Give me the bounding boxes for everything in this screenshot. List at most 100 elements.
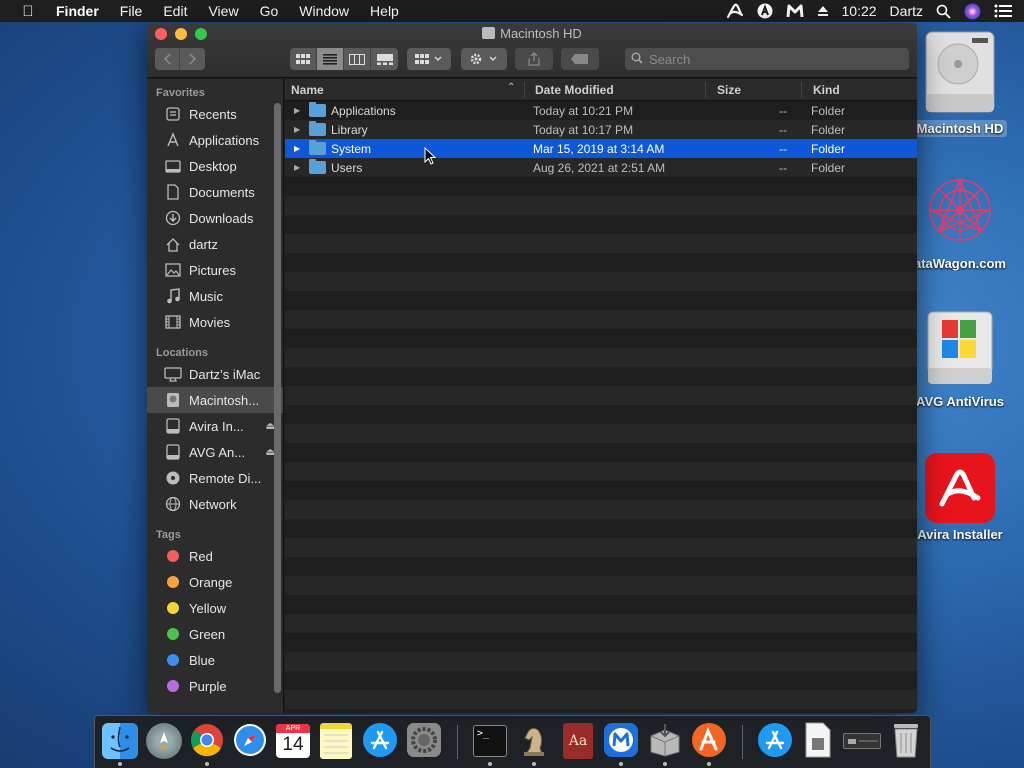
forward-button[interactable] bbox=[180, 48, 205, 70]
dock-app-store-download[interactable] bbox=[756, 721, 794, 761]
menu-app-name[interactable]: Finder bbox=[56, 3, 99, 19]
desktop-item-avg-antivirus[interactable]: AVG AntiVirus bbox=[905, 308, 1015, 409]
sidebar-item-network[interactable]: Network bbox=[147, 491, 283, 517]
search-input[interactable] bbox=[649, 51, 889, 67]
file-row-system[interactable]: ▶ System Mar 15, 2019 at 3:14 AM -- Fold… bbox=[285, 139, 917, 158]
column-header-name[interactable]: Name bbox=[291, 83, 324, 97]
action-gear-button[interactable] bbox=[461, 48, 507, 70]
sidebar-item-imac[interactable]: Dartz’s iMac bbox=[147, 361, 283, 387]
dock-chrome[interactable] bbox=[188, 721, 226, 766]
dock-app-store[interactable] bbox=[361, 721, 399, 761]
disclosure-triangle-icon[interactable]: ▶ bbox=[294, 144, 300, 153]
menubar-clock[interactable]: 10:22 bbox=[842, 3, 877, 19]
desktop-item-avira-installer[interactable]: Avira Installer bbox=[905, 453, 1015, 542]
sidebar-item-downloads[interactable]: Downloads bbox=[147, 205, 283, 231]
search-field[interactable] bbox=[625, 48, 909, 70]
dock-downloads-stack[interactable] bbox=[843, 721, 881, 761]
spotlight-search-icon[interactable] bbox=[936, 4, 951, 19]
sidebar-item-avg-antivirus[interactable]: AVG An... ⏏ bbox=[147, 439, 283, 465]
menubar-user[interactable]: Dartz bbox=[890, 3, 923, 19]
dock-document[interactable] bbox=[799, 721, 837, 761]
disclosure-triangle-icon[interactable]: ▶ bbox=[294, 106, 300, 115]
malwarebytes-status-icon[interactable] bbox=[786, 3, 804, 19]
desktop-item-datawagon[interactable]: ataWagon.com bbox=[905, 168, 1015, 271]
sidebar-item-desktop[interactable]: Desktop bbox=[147, 153, 283, 179]
tag-color-dot bbox=[167, 628, 179, 640]
apple-menu-icon[interactable]:  bbox=[18, 3, 38, 20]
column-view-button[interactable] bbox=[344, 48, 371, 70]
dock-safari[interactable] bbox=[231, 721, 269, 761]
sidebar-tag-green[interactable]: Green bbox=[147, 621, 283, 647]
safari-icon bbox=[232, 722, 268, 761]
share-button[interactable] bbox=[515, 48, 553, 70]
tag-color-dot bbox=[167, 550, 179, 562]
sidebar-item-movies[interactable]: Movies bbox=[147, 309, 283, 335]
sidebar-item-macintosh-hd[interactable]: Macintosh... bbox=[147, 387, 283, 413]
list-view-button[interactable] bbox=[317, 48, 344, 70]
sidebar-item-music[interactable]: Music bbox=[147, 283, 283, 309]
dock-notes[interactable] bbox=[317, 721, 355, 761]
column-header-date[interactable]: Date Modified bbox=[535, 83, 614, 97]
dock-separator bbox=[457, 725, 458, 759]
sidebar-tag-orange[interactable]: Orange bbox=[147, 569, 283, 595]
sidebar-item-remote-disc[interactable]: Remote Di... bbox=[147, 465, 283, 491]
disclosure-triangle-icon[interactable]: ▶ bbox=[294, 163, 300, 172]
siri-icon[interactable] bbox=[964, 3, 981, 20]
file-list: Name ⌃ Date Modified Size Kind ▶ Applica… bbox=[285, 79, 917, 713]
dock-terminal[interactable]: >_ bbox=[471, 721, 509, 766]
dock-trash[interactable] bbox=[887, 721, 925, 761]
hard-disk-icon bbox=[922, 28, 998, 116]
sidebar-item-home[interactable]: dartz bbox=[147, 231, 283, 257]
sidebar-item-pictures[interactable]: Pictures bbox=[147, 257, 283, 283]
notification-center-icon[interactable] bbox=[994, 4, 1012, 18]
dock-dictionary[interactable]: Aa bbox=[559, 721, 597, 761]
file-row-applications[interactable]: ▶ Applications Today at 10:21 PM -- Fold… bbox=[285, 101, 917, 120]
sidebar-tag-red[interactable]: Red bbox=[147, 543, 283, 569]
dock-avast[interactable] bbox=[690, 721, 728, 766]
empty-row bbox=[285, 595, 917, 614]
group-by-button[interactable] bbox=[407, 48, 451, 70]
menu-file[interactable]: File bbox=[120, 3, 143, 19]
gallery-view-button[interactable] bbox=[371, 48, 398, 70]
file-row-library[interactable]: ▶ Library Today at 10:17 PM -- Folder bbox=[285, 120, 917, 139]
sidebar-item-avira-installer[interactable]: Avira In... ⏏ bbox=[147, 413, 283, 439]
desktop-item-macintosh-hd[interactable]: Macintosh HD bbox=[905, 28, 1015, 140]
file-row-users[interactable]: ▶ Users Aug 26, 2021 at 2:51 AM -- Folde… bbox=[285, 158, 917, 177]
menu-edit[interactable]: Edit bbox=[163, 3, 187, 19]
sidebar-tag-blue[interactable]: Blue bbox=[147, 647, 283, 673]
chrome-icon bbox=[189, 722, 225, 761]
sidebar-tag-purple[interactable]: Purple bbox=[147, 673, 283, 699]
avast-status-icon[interactable] bbox=[757, 3, 773, 19]
column-header-size[interactable]: Size bbox=[717, 83, 741, 97]
disclosure-triangle-icon[interactable]: ▶ bbox=[294, 125, 300, 134]
menu-help[interactable]: Help bbox=[370, 3, 399, 19]
sidebar-item-applications[interactable]: Applications bbox=[147, 127, 283, 153]
dock-installer[interactable] bbox=[646, 721, 684, 766]
window-titlebar[interactable]: Macintosh HD bbox=[147, 23, 917, 78]
dock-malwarebytes[interactable] bbox=[602, 721, 640, 766]
empty-row bbox=[285, 196, 917, 215]
sidebar-item-documents[interactable]: Documents bbox=[147, 179, 283, 205]
menu-window[interactable]: Window bbox=[299, 3, 349, 19]
column-header-kind[interactable]: Kind bbox=[813, 83, 840, 97]
dock-finder[interactable] bbox=[101, 721, 139, 766]
sidebar-tag-yellow[interactable]: Yellow bbox=[147, 595, 283, 621]
installer-box-icon bbox=[647, 722, 683, 761]
edit-tags-button[interactable] bbox=[561, 48, 599, 70]
empty-row bbox=[285, 633, 917, 652]
dock-launchpad[interactable] bbox=[145, 721, 183, 761]
dock-system-preferences[interactable] bbox=[405, 721, 443, 761]
dock-calendar[interactable]: APR 14 bbox=[274, 721, 312, 761]
menu-view[interactable]: View bbox=[208, 3, 238, 19]
menu-go[interactable]: Go bbox=[260, 3, 279, 19]
icon-view-button[interactable] bbox=[290, 48, 317, 70]
eject-status-icon[interactable] bbox=[817, 5, 829, 17]
sidebar-scrollbar[interactable] bbox=[274, 103, 281, 693]
dock-chess[interactable] bbox=[515, 721, 553, 766]
back-button[interactable] bbox=[155, 48, 180, 70]
sidebar-item-recents[interactable]: Recents bbox=[147, 101, 283, 127]
avira-status-icon[interactable] bbox=[726, 3, 744, 19]
empty-row bbox=[285, 177, 917, 196]
app-store-icon bbox=[362, 722, 398, 761]
empty-row bbox=[285, 671, 917, 690]
